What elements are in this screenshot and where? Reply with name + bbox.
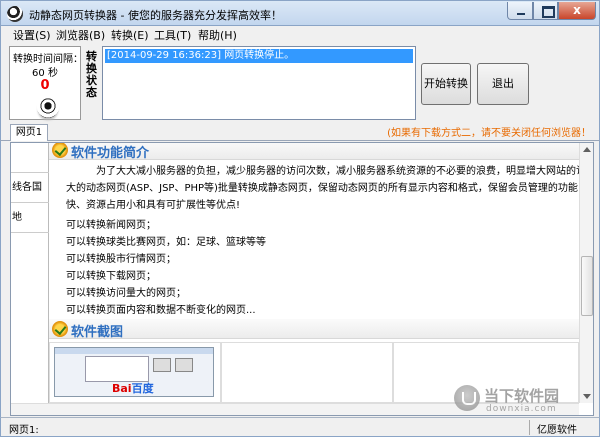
intro-paragraph-line: 快、资源占用小和具有可扩展性等优点! [66, 200, 241, 211]
watermark-url: downxia.com [486, 404, 557, 414]
menu-tools[interactable]: 工具(T) [154, 27, 191, 43]
control-panel: 转换时间间隔： 60 秒 0 转换状态 [2014-09-29 16:36:23… [0, 43, 600, 123]
tab-page1[interactable]: 网页1 [10, 124, 48, 142]
start-convert-button[interactable]: 开始转换 [421, 63, 471, 105]
menu-convert[interactable]: 转换(E) [111, 27, 149, 43]
left-cell[interactable] [11, 143, 49, 173]
feature-item: 可以转换球类比赛网页，如：足球、篮球等等 [66, 237, 266, 248]
intro-header: 软件功能简介 [49, 143, 579, 161]
app-icon [7, 6, 23, 22]
browser-area: 线各国 地 软件功能简介 为了大大减小服务器的负担，减少服务器的访问次数，减小服… [0, 141, 600, 417]
left-column: 线各国 地 [11, 143, 49, 403]
watermark-logo-icon [454, 385, 480, 411]
menu-browser[interactable]: 浏览器(B) [56, 27, 105, 43]
menu-bar: 设置(S) 浏览器(B) 转换(E) 工具(T) 帮助(H) [0, 26, 600, 43]
download-notice: (如果有下载方式二，请不要关闭任何浏览器！ [387, 128, 591, 139]
web-view[interactable]: 线各国 地 软件功能简介 为了大大减小服务器的负担，减少服务器的访问次数，减小服… [10, 142, 594, 416]
scroll-up-icon[interactable] [583, 147, 591, 152]
conversion-count: 0 [40, 78, 50, 93]
window-title: 动静态网页转换器 - 使您的服务器充分发挥高效率！ [29, 9, 282, 22]
tab-row: 网页1 (如果有下载方式二，请不要关闭任何浏览器！ [0, 123, 600, 142]
interval-value: 60 秒 [32, 68, 58, 79]
close-icon: x [573, 3, 581, 17]
feature-item: 可以转换访问量大的网页； [66, 288, 186, 299]
soccer-ball-icon [37, 96, 59, 118]
page-content: 软件功能简介 为了大大减小服务器的负担，减少服务器的访问次数，减小服务器系统资源… [49, 143, 579, 403]
watermark-text: 当下软件园 [484, 387, 560, 405]
interval-label: 转换时间间隔： [13, 54, 83, 65]
exit-button[interactable]: 退出 [477, 63, 529, 105]
left-cell[interactable]: 地 [11, 203, 49, 233]
status-log-entry[interactable]: [2014-09-29 16:36:23] 网页转换停止。 [105, 49, 413, 63]
baidu-logo: Bai百度 [112, 382, 154, 395]
check-badge-icon [52, 321, 68, 337]
status-label: 转换状态 [86, 50, 97, 99]
status-divider [529, 420, 530, 435]
feature-item: 可以转换下载网页； [66, 271, 156, 282]
feature-item: 可以转换页面内容和数据不断变化的网页... [66, 305, 256, 316]
scroll-down-icon[interactable] [583, 394, 591, 399]
title-bar: 动静态网页转换器 - 使您的服务器充分发挥高效率！ x [0, 0, 600, 26]
vertical-scrollbar[interactable] [579, 143, 593, 403]
screens-header: 软件截图 [49, 319, 579, 340]
maximize-button[interactable] [533, 2, 558, 20]
check-badge-icon [52, 143, 68, 158]
screenshot-thumbnail[interactable] [221, 342, 393, 403]
intro-paragraph-line: 大的动态网页(ASP、JSP、PHP等)批量转换成静态网页，保留动态网页的所有显… [66, 183, 578, 194]
status-log[interactable]: [2014-09-29 16:36:23] 网页转换停止。 [102, 46, 416, 120]
screens-title: 软件截图 [71, 325, 124, 340]
status-bar: 网页1: 亿愿软件 [0, 417, 600, 437]
scroll-thumb[interactable] [581, 256, 593, 316]
menu-settings[interactable]: 设置(S) [13, 27, 51, 43]
feature-item: 可以转换新闻网页； [66, 220, 156, 231]
feature-item: 可以转换股市行情网页； [66, 254, 176, 265]
left-cell[interactable]: 线各国 [11, 173, 49, 203]
status-bar-page: 网页1: [9, 425, 39, 436]
interval-box: 转换时间间隔： 60 秒 0 [9, 46, 83, 120]
intro-paragraph-line: 为了大大减小服务器的负担，减少服务器的访问次数，减小服务器系统资源的不必要的浪费… [96, 166, 579, 177]
menu-help[interactable]: 帮助(H) [198, 27, 237, 43]
close-button[interactable]: x [558, 2, 596, 20]
minimize-button[interactable] [507, 2, 533, 20]
screenshot-thumbnail[interactable]: Bai百度 [49, 342, 221, 403]
intro-title: 软件功能简介 [71, 146, 150, 161]
status-bar-brand: 亿愿软件 [537, 425, 577, 436]
